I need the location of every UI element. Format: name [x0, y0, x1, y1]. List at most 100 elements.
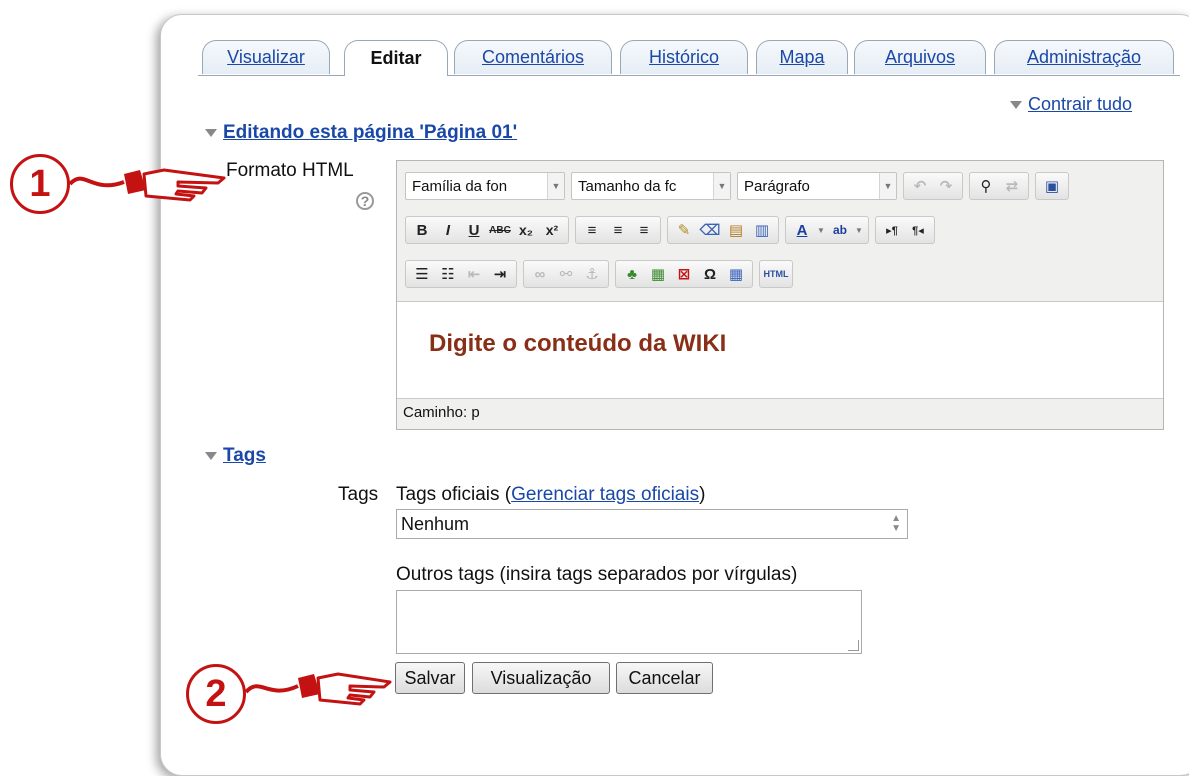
italic-icon[interactable]: I [435, 218, 461, 242]
eraser-icon[interactable]: ⌫ [697, 218, 723, 242]
callout-1: 1 [10, 154, 70, 214]
image-icon[interactable]: ♣ [619, 262, 645, 286]
undo-icon[interactable]: ↶ [907, 174, 933, 198]
chevron-down-icon[interactable]: ▼ [853, 218, 865, 242]
chevron-down-icon: ▼ [713, 173, 730, 199]
tab-historico[interactable]: Histórico [620, 40, 748, 74]
html-editor: Família da fon ▼ Tamanho da fc ▼ Parágra… [396, 160, 1164, 430]
help-icon[interactable]: ? [356, 192, 374, 210]
outdent-icon[interactable]: ⇤ [461, 262, 487, 286]
align-left-icon[interactable]: ≡ [579, 218, 605, 242]
align-group: ≡ ≡ ≡ [575, 216, 661, 244]
callout-2: 2 [186, 664, 246, 724]
insert-group: ♣ ▦ ⊠ Ω ▦ [615, 260, 753, 288]
tab-arquivos[interactable]: Arquivos [854, 40, 986, 74]
paragraph-value: Parágrafo [744, 177, 810, 195]
tab-administracao[interactable]: Administração [994, 40, 1174, 74]
collapse-all[interactable]: Contrair tudo [1010, 94, 1132, 115]
tab-bar: Visualizar Editar Comentários Histórico … [198, 40, 1180, 80]
link-group: ∞ ⚯ ⚓ [523, 260, 609, 288]
tab-mapa[interactable]: Mapa [756, 40, 848, 74]
toolbar-row-1: Família da fon ▼ Tamanho da fc ▼ Parágra… [405, 171, 1075, 201]
fullscreen-icon[interactable]: ▣ [1039, 174, 1065, 198]
align-center-icon[interactable]: ≡ [605, 218, 631, 242]
section-triangle-icon [205, 128, 217, 137]
official-tags-label: Tags oficiais ( [396, 484, 512, 505]
special-char-icon[interactable]: Ω [697, 262, 723, 286]
official-tags-close: ) [699, 484, 706, 505]
align-right-icon[interactable]: ≡ [631, 218, 657, 242]
subscript-icon[interactable]: x₂ [513, 218, 539, 242]
section-edit-header[interactable]: Editando esta página 'Página 01' [205, 122, 517, 144]
ltr-icon[interactable]: ▸¶ [879, 218, 905, 242]
numbered-list-icon[interactable]: ☷ [435, 262, 461, 286]
underline-icon[interactable]: U [461, 218, 487, 242]
direction-group: ▸¶ ¶◂ [875, 216, 935, 244]
pointing-hand-icon [244, 672, 392, 706]
tags-section-header[interactable]: Tags [205, 445, 266, 467]
tags-label: Tags [338, 484, 379, 505]
toolbar-row-2: B I U ABC x₂ x² ≡ ≡ ≡ ✎ ⌫ ▤ ▥ A ▼ ab ▼ ▸… [405, 215, 941, 245]
cancel-button[interactable]: Cancelar [616, 662, 713, 694]
indent-icon[interactable]: ⇥ [487, 262, 513, 286]
tab-visualizar[interactable]: Visualizar [202, 40, 330, 74]
other-tags-label: Outros tags (insira tags separados por v… [396, 564, 798, 585]
replace-icon[interactable]: ⇄ [999, 174, 1025, 198]
fullscreen-group: ▣ [1035, 172, 1069, 200]
font-size-value: Tamanho da fc [578, 177, 677, 195]
nolink-icon[interactable]: ⊠ [671, 262, 697, 286]
font-color-icon[interactable]: A [789, 218, 815, 242]
chevron-down-icon: ▼ [547, 173, 564, 199]
media-icon[interactable]: ▦ [645, 262, 671, 286]
manage-tags-link[interactable]: Gerenciar tags oficiais [511, 484, 699, 505]
collapse-triangle-icon [1010, 101, 1022, 110]
font-size-select[interactable]: Tamanho da fc ▼ [571, 172, 731, 200]
preview-button[interactable]: Visualização [472, 662, 610, 694]
paragraph-select[interactable]: Parágrafo ▼ [737, 172, 897, 200]
resize-grip-icon[interactable] [848, 640, 859, 651]
official-tags-row: Tags oficiais (Gerenciar tags oficiais) [396, 484, 705, 506]
other-tags-textarea[interactable] [396, 590, 862, 654]
paste-text-icon[interactable]: ▤ [723, 218, 749, 242]
source-group: HTML [759, 260, 793, 288]
table-icon[interactable]: ▦ [723, 262, 749, 286]
paste-word-icon[interactable]: ▥ [749, 218, 775, 242]
section-edit-link[interactable]: Editando esta página 'Página 01' [223, 122, 517, 143]
tab-editar[interactable]: Editar [344, 40, 448, 76]
editor-content-area[interactable]: Digite o conteúdo da WIKI [397, 301, 1163, 399]
superscript-icon[interactable]: x² [539, 218, 565, 242]
link-icon[interactable]: ∞ [527, 262, 553, 286]
find-icon[interactable]: ⚲ [973, 174, 999, 198]
cleanup-brush-icon[interactable]: ✎ [671, 218, 697, 242]
history-group: ↶ ↷ [903, 172, 963, 200]
unlink-icon[interactable]: ⚯ [553, 262, 579, 286]
text-style-group: B I U ABC x₂ x² [405, 216, 569, 244]
toolbar-row-3: ☰ ☷ ⇤ ⇥ ∞ ⚯ ⚓ ♣ ▦ ⊠ Ω ▦ HTML [405, 259, 799, 289]
color-group: A ▼ ab ▼ [785, 216, 869, 244]
search-group: ⚲ ⇄ [969, 172, 1029, 200]
official-tags-value: Nenhum [401, 513, 470, 534]
save-button[interactable]: Salvar [395, 662, 465, 694]
strikethrough-icon[interactable]: ABC [487, 218, 513, 242]
collapse-all-link[interactable]: Contrair tudo [1028, 94, 1132, 114]
font-family-value: Família da fon [412, 177, 508, 195]
font-family-select[interactable]: Família da fon ▼ [405, 172, 565, 200]
tags-triangle-icon [205, 451, 217, 460]
tab-comentarios[interactable]: Comentários [454, 40, 612, 74]
bullet-list-icon[interactable]: ☰ [409, 262, 435, 286]
bold-icon[interactable]: B [409, 218, 435, 242]
rtl-icon[interactable]: ¶◂ [905, 218, 931, 242]
official-tags-select[interactable]: Nenhum ▲ ▼ [396, 509, 908, 539]
pointing-hand-icon [68, 168, 226, 202]
clipboard-group: ✎ ⌫ ▤ ▥ [667, 216, 779, 244]
html-source-button[interactable]: HTML [763, 262, 789, 286]
editor-path: Caminho: p [403, 404, 480, 421]
editor-content-text: Digite o conteúdo da WIKI [429, 330, 727, 357]
tags-section-link[interactable]: Tags [223, 445, 266, 466]
chevron-down-icon[interactable]: ▼ [815, 218, 827, 242]
list-group: ☰ ☷ ⇤ ⇥ [405, 260, 517, 288]
anchor-icon[interactable]: ⚓ [579, 262, 605, 286]
spinner-icon: ▲ ▼ [891, 513, 901, 534]
highlight-color-icon[interactable]: ab [827, 218, 853, 242]
redo-icon[interactable]: ↷ [933, 174, 959, 198]
